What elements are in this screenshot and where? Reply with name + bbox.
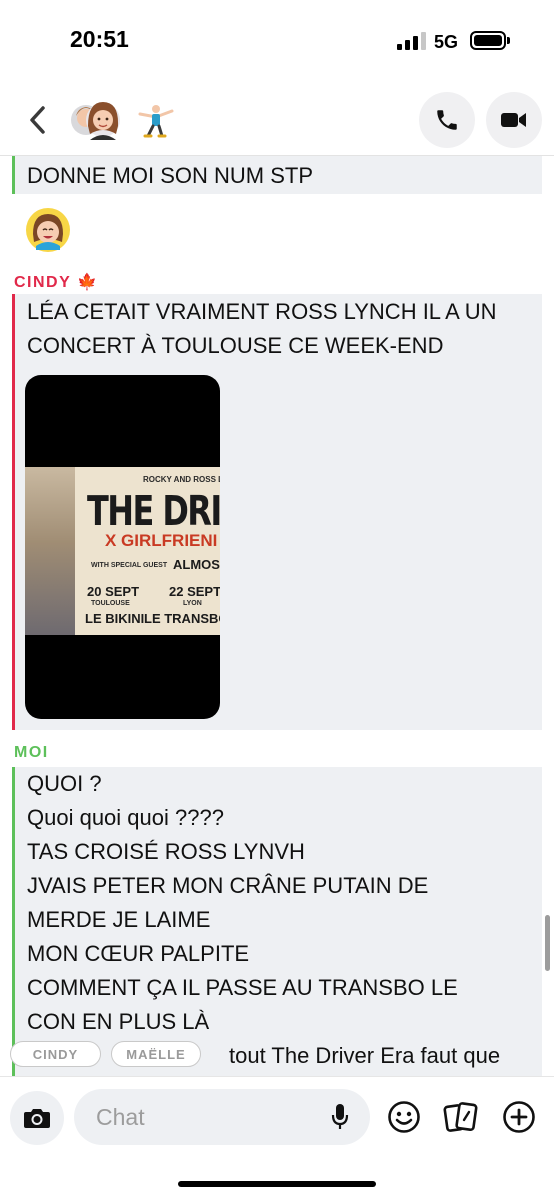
- maple-leaf-icon: 🍁: [76, 274, 97, 291]
- poster-city-1: TOULOUSE: [91, 600, 130, 607]
- chat-input[interactable]: Chat: [74, 1089, 370, 1145]
- poster-venue-1: LE BIKINI: [85, 611, 145, 626]
- scrollbar[interactable]: [545, 915, 550, 971]
- battery-icon: [470, 31, 506, 50]
- sender-label-cindy: CINDY 🍁: [14, 272, 97, 292]
- typing-chip-cindy: CINDY: [10, 1041, 101, 1067]
- message-text: LÉA CETAIT VRAIMENT ROSS LYNCH IL A UN: [27, 299, 497, 324]
- chat-placeholder: Chat: [96, 1104, 145, 1130]
- call-button[interactable]: [419, 92, 475, 148]
- camera-icon: [24, 1109, 50, 1128]
- poster-person-photo: [25, 467, 75, 635]
- video-call-button[interactable]: [486, 92, 542, 148]
- poster-guest-name: ALMOS: [173, 557, 220, 572]
- message-text: CON EN PLUS LÀ: [27, 1009, 210, 1034]
- chevron-left-icon: [30, 106, 45, 134]
- group-avatar[interactable]: [68, 96, 124, 144]
- typing-chip-maelle: MAËLLE: [111, 1041, 201, 1067]
- message-text: CONCERT À TOULOUSE CE WEEK-END: [27, 333, 444, 358]
- message-text: MON CŒUR PALPITE: [27, 941, 250, 966]
- poster-date-1: 20 SEPT: [87, 584, 140, 599]
- network-type: 5G: [434, 32, 459, 52]
- message-block-moi: QUOI ? Quoi quoi quoi ???? TAS CROISÉ RO…: [12, 767, 542, 1080]
- sender-name: CINDY: [14, 274, 71, 291]
- friend-bitmoji-icon[interactable]: [136, 100, 176, 140]
- message-text: QUOI ?: [27, 771, 102, 796]
- more-button[interactable]: [499, 1097, 539, 1137]
- camera-button[interactable]: [10, 1091, 64, 1145]
- signal-strength-icon: [397, 32, 427, 50]
- poster-subtitle: X GIRLFRIENI: [105, 531, 218, 550]
- bitmoji-reaction: [26, 208, 70, 252]
- message-block-prev: DONNE MOI SON NUM STP: [12, 156, 542, 194]
- microphone-icon: [331, 1104, 349, 1129]
- message-text: TAS CROISÉ ROSS LYNVH: [27, 839, 305, 864]
- video-camera-icon: [501, 113, 526, 127]
- status-bar: 20:51 5G: [0, 0, 554, 84]
- cards-icon: [443, 1102, 478, 1132]
- message-text: MERDE JE LAIME: [27, 907, 211, 932]
- poster-date-2: 22 SEPT: [169, 584, 220, 599]
- poster-guest-label: WITH SPECIAL GUEST: [91, 562, 168, 569]
- battery-tip: [507, 37, 510, 44]
- message-text: COMMENT ÇA IL PASSE AU TRANSBO LE: [27, 975, 458, 1000]
- message-text: JVAIS PETER MON CRÂNE PUTAIN DE: [27, 873, 429, 898]
- phone-icon: [437, 110, 457, 130]
- poster-venue-2: LE TRANSBORDI: [144, 611, 220, 626]
- composer-bar: Chat: [0, 1076, 554, 1200]
- message-text: DONNE MOI SON NUM STP: [27, 163, 314, 188]
- back-button[interactable]: [20, 100, 56, 140]
- cards-button[interactable]: [441, 1097, 481, 1137]
- smiley-icon: [388, 1101, 420, 1133]
- poster-title: THE DRIVE: [87, 487, 220, 535]
- poster-top-text: ROCKY AND ROSS LYNCH: [143, 475, 220, 484]
- sticker-button[interactable]: [384, 1097, 424, 1137]
- plus-icon: [503, 1101, 535, 1133]
- poster-city-2: LYON: [183, 600, 202, 607]
- concert-poster-image: ROCKY AND ROSS LYNCH THE DRIVE X GIRLFRI…: [25, 467, 220, 635]
- home-indicator: [178, 1181, 376, 1187]
- sender-label-moi: MOI: [14, 744, 49, 761]
- microphone-button[interactable]: [326, 1103, 354, 1131]
- chat-header: [0, 84, 554, 156]
- media-snap[interactable]: ROCKY AND ROSS LYNCH THE DRIVE X GIRLFRI…: [25, 375, 220, 719]
- message-text: Quoi quoi quoi ????: [27, 805, 224, 830]
- status-time: 20:51: [70, 26, 129, 52]
